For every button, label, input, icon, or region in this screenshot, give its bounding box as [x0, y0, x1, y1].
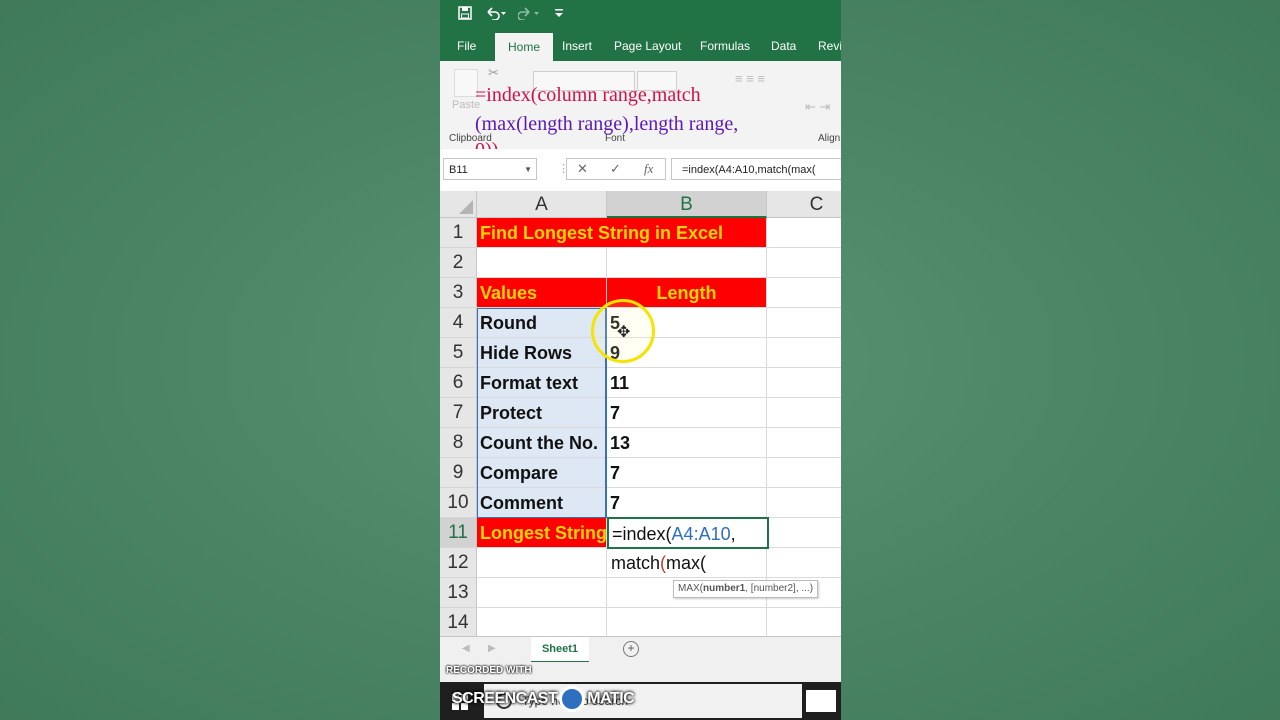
enter-icon[interactable]: ✓ [610, 158, 621, 180]
cell-c14[interactable] [767, 608, 841, 636]
row-header-13[interactable]: 13 [440, 578, 477, 608]
function-tooltip[interactable]: MAX(number1, [number2], ...) [673, 580, 819, 598]
cell-a12[interactable] [477, 548, 607, 578]
edit-text-line-2: match(max( [611, 548, 706, 578]
tab-data[interactable]: Data [771, 32, 796, 61]
brand-logo-icon [559, 686, 586, 712]
name-box[interactable]: B11 ▼ [443, 158, 537, 180]
values-header-cell[interactable]: Values [477, 278, 607, 308]
cell-c10[interactable] [767, 488, 841, 518]
cell-c1[interactable] [767, 218, 841, 248]
name-box-value: B11 [449, 164, 468, 176]
row-header-9[interactable]: 9 [440, 458, 477, 488]
redo-icon[interactable] [517, 6, 540, 23]
tooltip-args: , [number2], ...) [745, 583, 814, 594]
formula-overlay: =index(column range,match (max(length ra… [475, 81, 835, 139]
excel-window: File Home Insert Page Layout Formulas Da… [440, 0, 841, 720]
recorded-with-watermark: RECORDED WITH [446, 665, 532, 676]
ribbon-home: Paste ✂ ≡ ≡ ≡ ⇤ ⇥ Clipboard Font Align =… [440, 61, 841, 161]
tab-file[interactable]: File [457, 32, 476, 61]
overlay-line-1: =index(column range,match [475, 84, 701, 106]
cell-c12[interactable] [767, 548, 841, 578]
length-cell[interactable]: 7 [607, 458, 767, 488]
cell-a2[interactable] [477, 248, 607, 278]
undo-icon[interactable] [485, 6, 507, 23]
column-header-b[interactable]: B [607, 191, 767, 218]
cell-c9[interactable] [767, 458, 841, 488]
tab-formulas[interactable]: Formulas [700, 32, 750, 61]
scroll-left-icon[interactable]: ◀ [462, 643, 470, 654]
active-cell-b11[interactable]: =index(A4:A10, [607, 517, 769, 549]
length-cell[interactable]: 13 [607, 428, 767, 458]
range-highlight-a4-a10 [477, 308, 607, 518]
spreadsheet-grid: A B C 1 2 3 4 5 6 7 8 9 10 11 12 13 14 F… [440, 191, 841, 636]
longest-string-label-cell[interactable]: Longest String [477, 518, 607, 548]
cell-b14[interactable] [607, 608, 767, 636]
chevron-down-icon[interactable]: ▼ [524, 159, 532, 181]
quick-access-toolbar [440, 0, 841, 32]
cell-c7[interactable] [767, 398, 841, 428]
tab-home[interactable]: Home [495, 33, 554, 61]
select-all-button[interactable] [440, 191, 477, 218]
row-header-12[interactable]: 12 [440, 548, 477, 578]
screencast-o-matic-logo: SCREENCAST MATIC [452, 686, 635, 712]
edit-text-range-ref: A4:A10 [671, 524, 731, 544]
tab-page-layout[interactable]: Page Layout [614, 32, 681, 61]
brand-left: SCREENCAST [452, 690, 558, 708]
tab-review[interactable]: Revi [818, 32, 841, 61]
cut-icon[interactable]: ✂ [488, 65, 499, 81]
row-header-1[interactable]: 1 [440, 218, 477, 248]
edit-text-prefix: =index( [612, 524, 672, 544]
row-header-5[interactable]: 5 [440, 338, 477, 368]
row-header-10[interactable]: 10 [440, 488, 477, 518]
formula-input[interactable]: =index(A4:A10,match(max( [671, 158, 841, 180]
cell-c6[interactable] [767, 368, 841, 398]
cell-c3[interactable] [767, 278, 841, 308]
overlay-line-2: (max(length range),length range, [475, 113, 739, 135]
scroll-right-icon[interactable]: ▶ [488, 643, 496, 654]
row-header-7[interactable]: 7 [440, 398, 477, 428]
tooltip-arg-bold: number1 [703, 583, 746, 594]
edit-text-max: max( [666, 553, 707, 573]
taskbar-app-icon[interactable] [806, 690, 836, 712]
cell-c5[interactable] [767, 338, 841, 368]
column-header-c[interactable]: C [767, 191, 841, 218]
length-cell[interactable]: 11 [607, 368, 767, 398]
row-header-8[interactable]: 8 [440, 428, 477, 458]
cell-b2[interactable] [607, 248, 767, 278]
column-header-a[interactable]: A [477, 191, 607, 218]
status-bar: RECORDED WITH [440, 662, 841, 682]
row-header-6[interactable]: 6 [440, 368, 477, 398]
sheet-tab-sheet1[interactable]: Sheet1 [531, 637, 589, 663]
edit-text-match: match [611, 553, 661, 573]
brand-right: MATIC [587, 690, 635, 708]
cell-cursor-icon: ✥ [617, 324, 631, 341]
row-header-4[interactable]: 4 [440, 308, 477, 338]
add-sheet-icon[interactable]: + [623, 641, 639, 657]
length-cell[interactable]: 7 [607, 488, 767, 518]
title-cell[interactable]: Find Longest String in Excel [477, 218, 767, 248]
cell-c11[interactable] [767, 518, 841, 548]
cell-c4[interactable] [767, 308, 841, 338]
row-header-11[interactable]: 11 [440, 518, 477, 548]
cancel-icon[interactable]: ✕ [577, 158, 588, 180]
cell-c2[interactable] [767, 248, 841, 278]
row-header-3[interactable]: 3 [440, 278, 477, 308]
tab-insert[interactable]: Insert [562, 32, 592, 61]
length-cell[interactable]: 7 [607, 398, 767, 428]
sheet-tab-bar: ◀ ▶ Sheet1 + [440, 636, 841, 663]
tooltip-function: MAX( [678, 583, 703, 594]
edit-text-comma: , [730, 524, 736, 544]
cell-a13[interactable] [477, 578, 607, 608]
cell-a14[interactable] [477, 608, 607, 636]
ribbon-tabs: File Home Insert Page Layout Formulas Da… [440, 32, 841, 61]
customize-toolbar-icon[interactable] [554, 6, 564, 21]
save-icon[interactable] [458, 6, 472, 23]
row-header-14[interactable]: 14 [440, 608, 477, 636]
insert-function-icon[interactable]: fx [644, 158, 653, 180]
formula-bar: B11 ▼ ⋮ ✕ ✓ fx =index(A4:A10,match(max( [440, 149, 841, 191]
cell-c8[interactable] [767, 428, 841, 458]
row-header-2[interactable]: 2 [440, 248, 477, 278]
